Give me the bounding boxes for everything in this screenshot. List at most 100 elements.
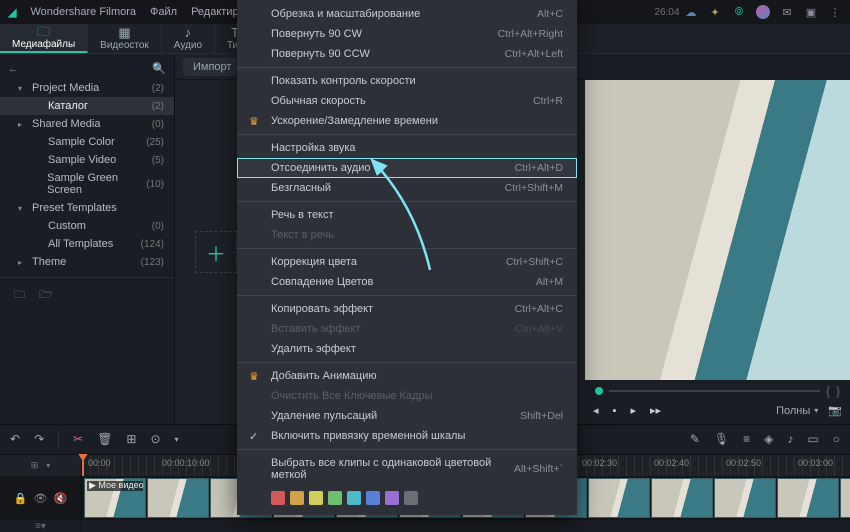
color-swatch[interactable] [328,491,342,505]
ctx-item[interactable]: Настройка звука [237,138,577,158]
color-swatch[interactable] [290,491,304,505]
ctx-item[interactable]: ♛Добавить Анимацию [237,366,577,386]
sidebar-item-sample-color[interactable]: Sample Color(25) [0,133,174,151]
open-folder-icon[interactable]: 🗁 [39,286,53,305]
mark-in-icon[interactable]: { [826,384,830,398]
ctx-item[interactable]: Отсоединить аудиоCtrl+Alt+D [237,158,577,178]
play-button[interactable]: ▸ [630,404,636,417]
ctx-item[interactable]: Удалить эффект [237,339,577,359]
sidebar-item-label: Каталог [48,100,88,112]
media-tree: ▾Project Media(2)Каталог(2)▸Shared Media… [0,79,174,271]
quality-dropdown[interactable]: Полны▾📷 [776,404,842,417]
render-icon[interactable]: ▭ [807,432,818,446]
scrub-track[interactable] [609,390,820,392]
chevron-down-icon[interactable]: ▾ [175,435,179,444]
collapse-tracks-icon[interactable]: ≡▾ [0,520,82,532]
save-icon[interactable]: ▣ [804,5,818,19]
ctx-item[interactable]: ♛Ускорение/Замедление времени [237,111,577,131]
video-clip[interactable] [651,478,713,518]
color-swatch[interactable] [309,491,323,505]
color-swatch[interactable] [347,491,361,505]
context-menu[interactable]: Обрезка и масштабированиеAlt+CПовернуть … [237,0,577,515]
headphone-icon[interactable]: ⦾ [732,5,746,19]
ctx-item[interactable]: Обычная скоростьCtrl+R [237,91,577,111]
mixer-icon[interactable]: ≡ [743,432,750,446]
ctx-item[interactable]: Повернуть 90 CWCtrl+Alt+Right [237,24,577,44]
sidebar-item-sample-video[interactable]: Sample Video(5) [0,151,174,169]
mark-out-icon[interactable]: } [836,384,840,398]
ctx-item[interactable]: Удаление пульсацийShift+Del [237,406,577,426]
prev-frame-button[interactable]: ◂ [593,404,599,417]
ctx-item[interactable]: Повернуть 90 CCWCtrl+Alt+Left [237,44,577,64]
cut-icon[interactable]: ✂ [73,432,83,446]
settings-icon[interactable]: ⋮ [828,5,842,19]
new-folder-icon[interactable]: 🗀 [14,286,25,305]
video-clip[interactable] [147,478,209,518]
record-icon[interactable]: ○ [833,432,840,446]
sidebar-item-all-templates[interactable]: All Templates(124) [0,235,174,253]
video-clip[interactable]: ▶ Мое видео [84,478,146,518]
import-dropzone[interactable]: ＋ [195,231,237,273]
tab-media[interactable]: 🗀Медиафайлы [0,24,88,53]
sidebar-item-custom[interactable]: Custom(0) [0,217,174,235]
video-clip[interactable] [840,478,850,518]
color-swatch[interactable] [404,491,418,505]
audio-wave-icon[interactable]: ♪ [787,432,793,446]
ctx-item[interactable]: Обрезка и масштабированиеAlt+C [237,4,577,24]
ctx-item[interactable]: БезгласныйCtrl+Shift+M [237,178,577,198]
delete-icon[interactable]: 🗑 [97,432,112,446]
menu-file[interactable]: Файл [150,6,177,18]
ctx-item[interactable]: Речь в текст [237,205,577,225]
preview-video[interactable] [585,80,850,380]
cloud-icon[interactable]: ☁ [684,5,698,19]
track-header[interactable]: 🔒 👁 🔇 [0,476,82,520]
ctx-item[interactable]: Коррекция цветаCtrl+Shift+C [237,252,577,272]
sidebar-item-preset-templates[interactable]: ▾Preset Templates [0,199,174,217]
search-icon[interactable]: 🔍 [152,62,166,75]
edit-icon[interactable]: ✎ [690,432,700,446]
eye-icon[interactable]: 👁 [34,492,48,505]
add-track-icon[interactable]: ⊞ [31,460,39,471]
marker-icon[interactable]: ◈ [764,432,773,446]
next-frame-button[interactable]: ▸▸ [650,404,661,417]
video-clip[interactable] [714,478,776,518]
mute-icon[interactable]: 🔇 [53,492,67,505]
lock-icon[interactable]: 🔒 [14,492,28,505]
scrub-handle-icon[interactable] [595,387,603,395]
sidebar-item-theme[interactable]: ▸Theme(123) [0,253,174,271]
mail-icon[interactable]: ✉ [780,5,794,19]
ctx-item[interactable]: Выбрать все клипы с одинаковой цветовой … [237,453,577,485]
back-arrow-icon[interactable]: ← [8,63,19,75]
speed-icon[interactable]: ⊙ [150,432,160,446]
scrubber[interactable]: { } [585,380,850,402]
sidebar-item-project-media[interactable]: ▾Project Media(2) [0,79,174,97]
app-logo-icon: ◢ [8,6,16,19]
undo-icon[interactable]: ↶ [10,432,20,446]
video-clip[interactable] [777,478,839,518]
tab-audio[interactable]: ♪Аудио [162,24,215,53]
ctx-item-label: Текст в речь [271,229,334,241]
color-swatch[interactable] [385,491,399,505]
sidebar-item-sample-green-screen[interactable]: Sample Green Screen(10) [0,169,174,199]
chevron-down-icon[interactable]: ▾ [46,461,50,470]
tab-stock[interactable]: ▦Видеосток [88,24,162,53]
snapshot-icon[interactable]: 📷 [828,404,842,417]
crop-icon[interactable]: ⊞ [126,432,136,446]
sidebar-item-shared-media[interactable]: ▸Shared Media(0) [0,115,174,133]
mic-icon[interactable]: 🎙 [714,432,729,446]
sidebar-item-каталог[interactable]: Каталог(2) [0,97,174,115]
ctx-item[interactable]: Копировать эффектCtrl+Alt+C [237,299,577,319]
color-swatch[interactable] [366,491,380,505]
ctx-item[interactable]: ✓Включить привязку временной шкалы [237,426,577,446]
video-clip[interactable] [588,478,650,518]
ctx-item: Вставить эффектCtrl+Alt+V [237,319,577,339]
color-swatch[interactable] [271,491,285,505]
playhead[interactable] [82,455,84,477]
chevron-icon: ▸ [18,258,28,267]
bulb-icon[interactable]: ✦ [708,5,722,19]
ctx-item[interactable]: Показать контроль скорости [237,71,577,91]
stop-button[interactable]: ▪ [613,405,617,417]
redo-icon[interactable]: ↷ [34,432,44,446]
avatar-icon[interactable] [756,5,770,19]
ctx-item[interactable]: Совпадение ЦветовAlt+M [237,272,577,292]
